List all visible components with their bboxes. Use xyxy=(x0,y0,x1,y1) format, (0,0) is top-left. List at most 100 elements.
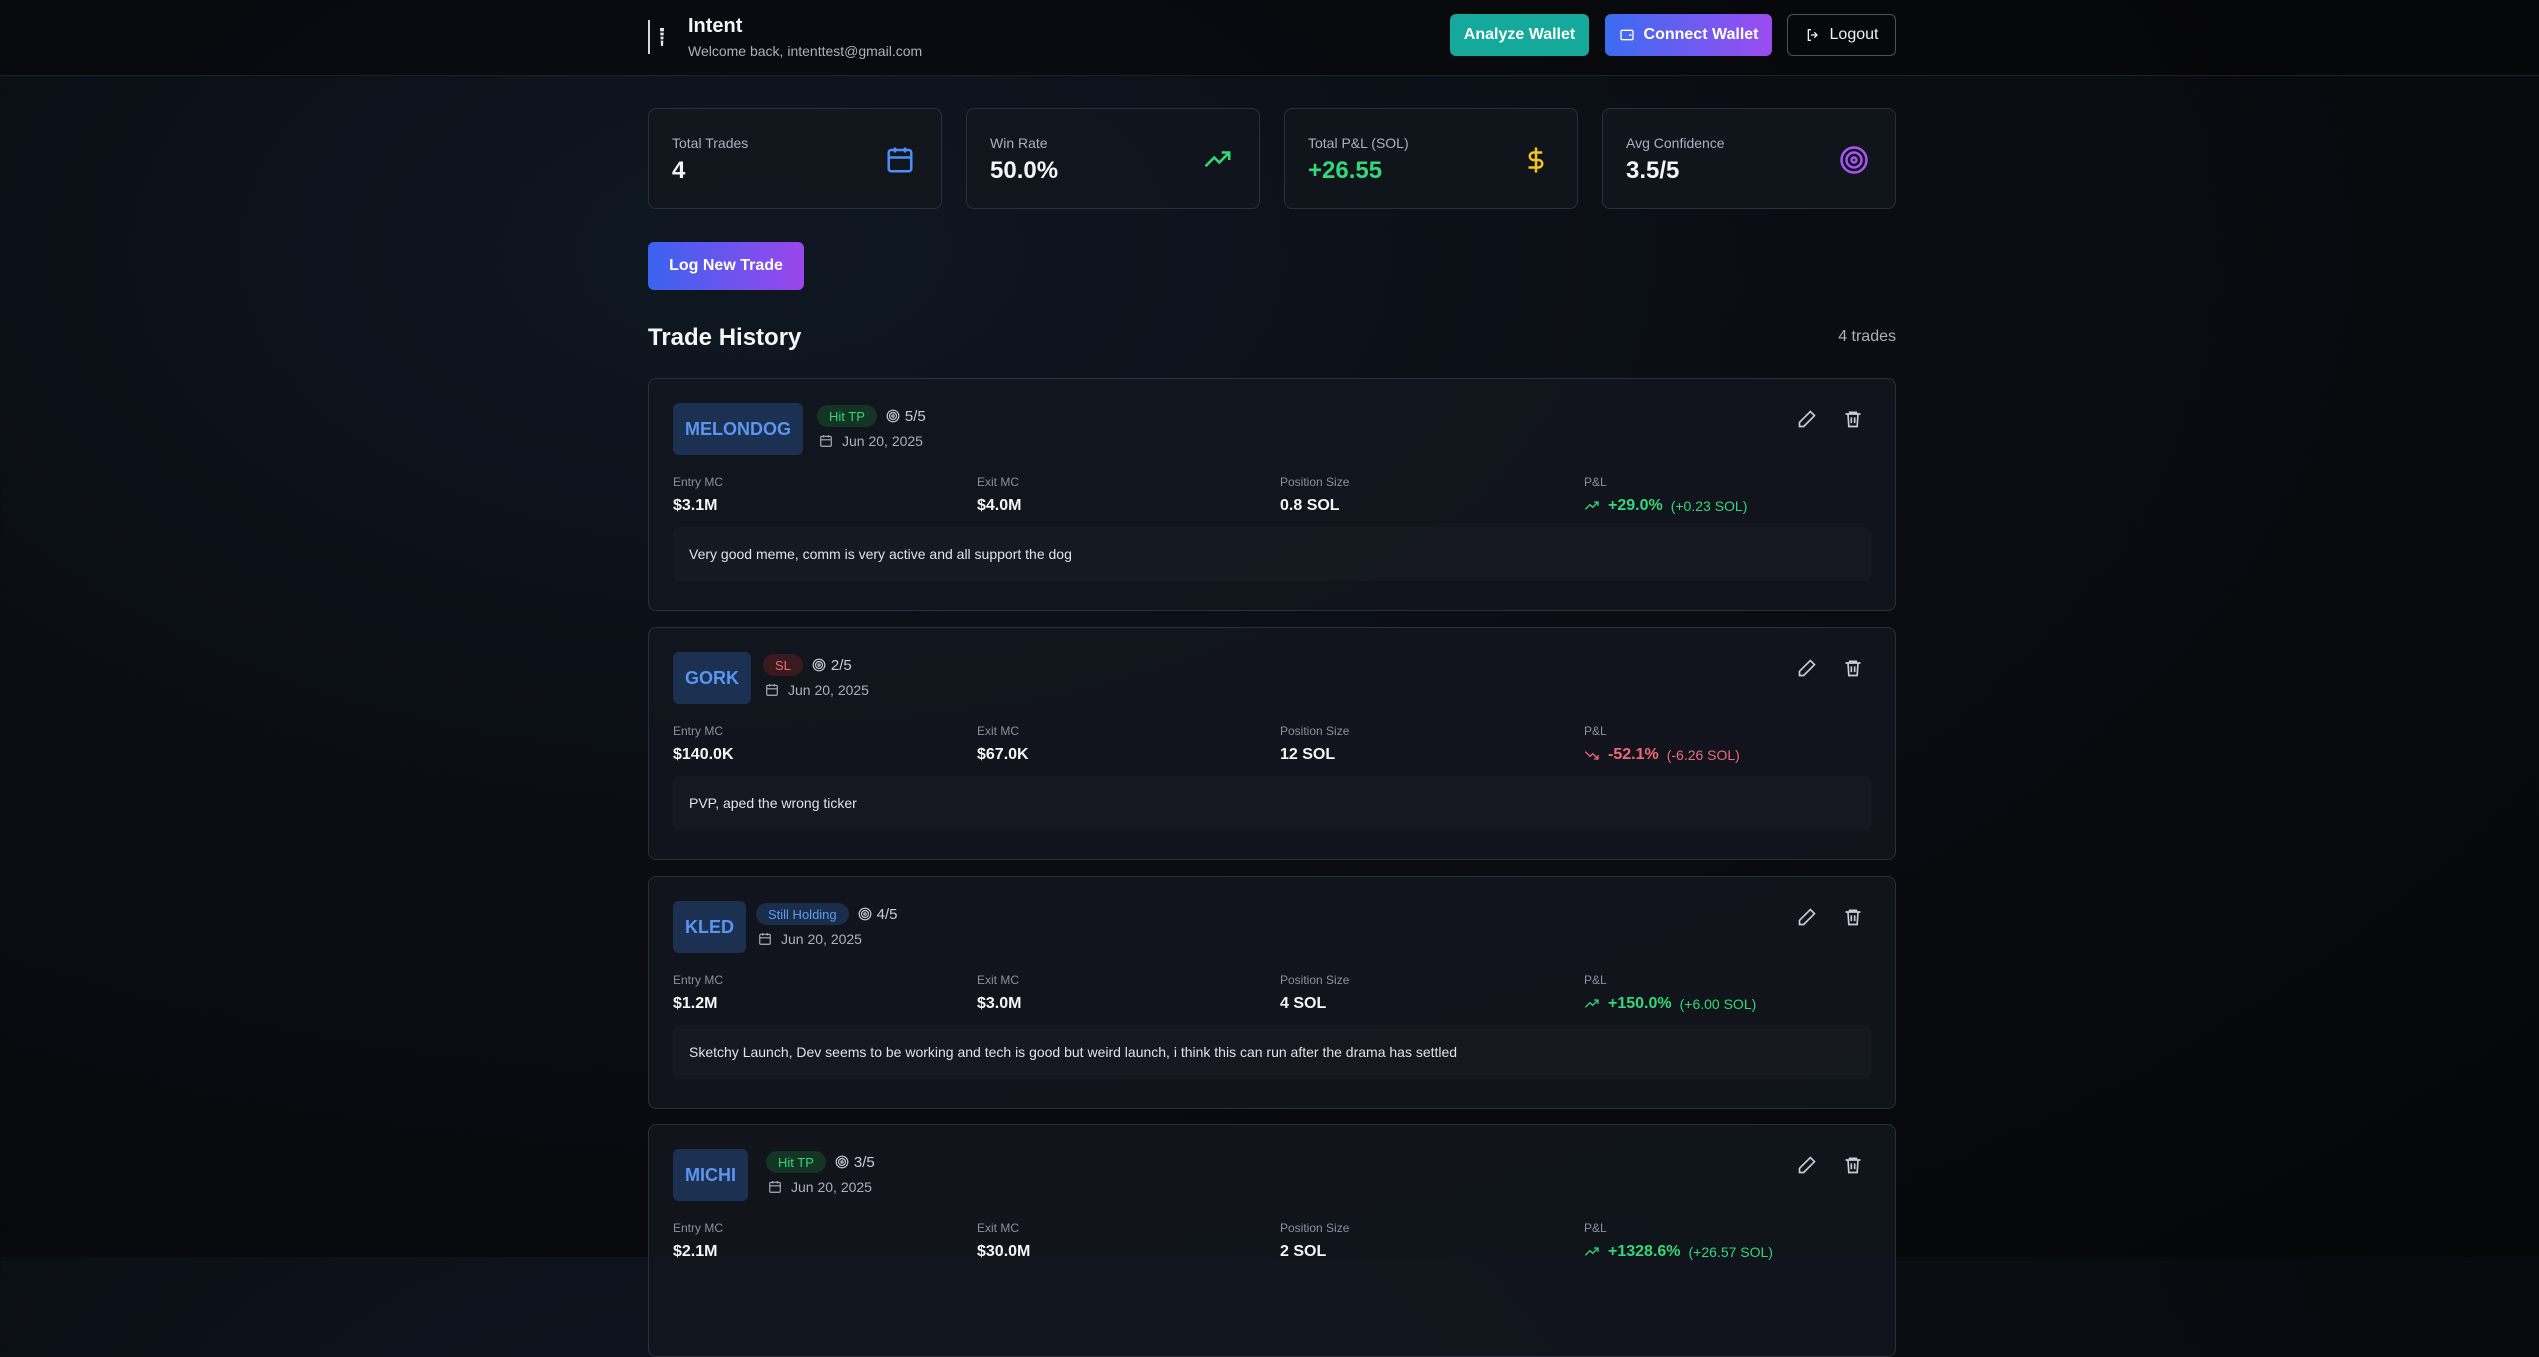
trending-up-icon xyxy=(1584,999,1599,1008)
trade-date-value: Jun 20, 2025 xyxy=(781,931,862,947)
trade-meta: Still Holding 4/5 Jun 20, 2025 xyxy=(756,903,898,947)
trade-card: MELONDOG Hit TP 5/5 Jun 20, 2025 Entry M… xyxy=(648,378,1896,611)
trade-card: KLED Still Holding 4/5 Jun 20, 2025 Entr… xyxy=(648,876,1896,1109)
logout-icon xyxy=(1807,29,1818,41)
trade-meta: Hit TP 3/5 Jun 20, 2025 xyxy=(766,1151,875,1195)
trade-meta: Hit TP 5/5 Jun 20, 2025 xyxy=(817,405,926,449)
trending-up-icon xyxy=(1584,1247,1599,1256)
stat-label: Avg Confidence xyxy=(1626,135,1725,151)
trade-date: Jun 20, 2025 xyxy=(768,1179,875,1195)
edit-icon[interactable] xyxy=(1797,1155,1817,1175)
trade-note: Very good meme, comm is very active and … xyxy=(689,546,1072,562)
trade-date: Jun 20, 2025 xyxy=(765,682,869,698)
position-size-value: 2 SOL xyxy=(1280,1243,1327,1260)
stat-value: 50.0% xyxy=(990,157,1059,184)
ticker-badge: MELONDOG xyxy=(673,403,803,455)
edit-icon[interactable] xyxy=(1797,907,1817,927)
trade-history-title: Trade History xyxy=(648,324,802,351)
pnl-percent: +150.0% xyxy=(1608,995,1672,1012)
welcome-text: Welcome back, intenttest@gmail.com xyxy=(688,43,923,59)
calendar-icon xyxy=(769,1181,781,1193)
pnl-percent: +1328.6% xyxy=(1608,1243,1681,1260)
confidence-value: 5/5 xyxy=(904,407,926,425)
trade-count: 4 trades xyxy=(1838,328,1896,345)
entry-mc-label: Entry MC xyxy=(673,475,724,489)
pnl-percent: -52.1% xyxy=(1608,746,1659,763)
trade-note: Sketchy Launch, Dev seems to be working … xyxy=(689,1044,1458,1060)
pnl-sol: (+26.57 SOL) xyxy=(1688,1244,1773,1260)
stat-label: Win Rate xyxy=(990,135,1048,151)
delete-icon[interactable] xyxy=(1843,907,1863,927)
stat-card-avg-confidence: Avg Confidence 3.5/5 xyxy=(1602,108,1896,209)
entry-mc-value: $140.0K xyxy=(673,746,734,763)
pnl-value: +29.0% (+0.23 SOL) xyxy=(1584,497,1747,515)
target-icon xyxy=(858,907,872,921)
exit-mc-label: Exit MC xyxy=(977,724,1019,738)
stat-label: Total Trades xyxy=(672,135,749,151)
exit-mc-label: Exit MC xyxy=(977,475,1019,489)
confidence: 5/5 xyxy=(886,408,926,425)
position-size-label: Position Size xyxy=(1280,973,1350,987)
logout-button[interactable]: Logout xyxy=(1787,14,1896,56)
trending-up-icon xyxy=(1584,501,1599,510)
pnl-value: +1328.6% (+26.57 SOL) xyxy=(1584,1243,1773,1261)
pnl-label: P&L xyxy=(1584,1221,1607,1235)
delete-icon[interactable] xyxy=(1843,658,1863,678)
entry-mc-value: $3.1M xyxy=(673,497,718,514)
brand: Intent Welcome back, intenttest@gmail.co… xyxy=(648,14,922,60)
pnl-value: -52.1% (-6.26 SOL) xyxy=(1584,746,1740,764)
trending-down-icon xyxy=(1584,751,1599,760)
app-logo-icon xyxy=(648,20,674,54)
calendar-icon xyxy=(766,684,778,696)
stat-card-win-rate: Win Rate 50.0% xyxy=(966,108,1260,209)
trade-date-value: Jun 20, 2025 xyxy=(788,682,869,698)
confidence-value: 2/5 xyxy=(830,656,852,674)
analyze-wallet-label: Analyze Wallet xyxy=(1463,26,1576,43)
calendar-icon xyxy=(759,933,771,945)
stat-card-total-trades: Total Trades 4 xyxy=(648,108,942,209)
delete-icon[interactable] xyxy=(1843,1155,1863,1175)
exit-mc-value: $4.0M xyxy=(977,497,1022,514)
position-size-value: 0.8 SOL xyxy=(1280,497,1340,514)
analyze-wallet-button[interactable]: Analyze Wallet xyxy=(1450,14,1589,56)
connect-wallet-button[interactable]: Connect Wallet xyxy=(1605,14,1772,56)
status-badge: Hit TP xyxy=(817,405,877,427)
top-bar: Intent Welcome back, intenttest@gmail.co… xyxy=(0,0,2539,76)
pnl-sol: (+0.23 SOL) xyxy=(1670,498,1748,514)
edit-icon[interactable] xyxy=(1797,658,1817,678)
stat-label: Total P&L (SOL) xyxy=(1308,135,1409,151)
wallet-icon xyxy=(1619,29,1634,41)
log-new-trade-button[interactable]: Log New Trade xyxy=(648,242,804,290)
stat-value: +26.55 xyxy=(1308,157,1383,184)
exit-mc-value: $30.0M xyxy=(977,1243,1031,1260)
stat-value: 3.5/5 xyxy=(1626,157,1680,184)
entry-mc-label: Entry MC xyxy=(673,973,724,987)
trade-meta: SL 2/5 Jun 20, 2025 xyxy=(763,654,869,698)
target-icon xyxy=(886,409,900,423)
entry-mc-value: $1.2M xyxy=(673,995,718,1012)
trade-date-value: Jun 20, 2025 xyxy=(791,1179,872,1195)
confidence: 4/5 xyxy=(858,906,898,923)
target-icon xyxy=(835,1155,849,1169)
position-size-value: 12 SOL xyxy=(1280,746,1336,763)
confidence: 3/5 xyxy=(835,1154,875,1171)
connect-wallet-label: Connect Wallet xyxy=(1643,26,1759,43)
ticker-badge: MICHI xyxy=(673,1149,748,1201)
trade-date: Jun 20, 2025 xyxy=(758,931,898,947)
status-badge: Still Holding xyxy=(756,903,849,925)
log-new-trade-label: Log New Trade xyxy=(669,257,783,274)
ticker-badge: GORK xyxy=(673,652,751,704)
stat-card-total-pnl: Total P&L (SOL) +26.55 xyxy=(1284,108,1578,209)
ticker-badge: KLED xyxy=(673,901,746,953)
position-size-value: 4 SOL xyxy=(1280,995,1327,1012)
trade-card: MICHI Hit TP 3/5 Jun 20, 2025 Entry MC $2… xyxy=(648,1124,1896,1357)
edit-icon[interactable] xyxy=(1797,409,1817,429)
position-size-label: Position Size xyxy=(1280,724,1350,738)
pnl-percent: +29.0% xyxy=(1608,497,1663,514)
delete-icon[interactable] xyxy=(1843,409,1863,429)
stat-value: 4 xyxy=(672,157,686,184)
target-icon xyxy=(1840,146,1868,174)
exit-mc-label: Exit MC xyxy=(977,1221,1019,1235)
exit-mc-value: $67.0K xyxy=(977,746,1029,763)
position-size-label: Position Size xyxy=(1280,1221,1350,1235)
